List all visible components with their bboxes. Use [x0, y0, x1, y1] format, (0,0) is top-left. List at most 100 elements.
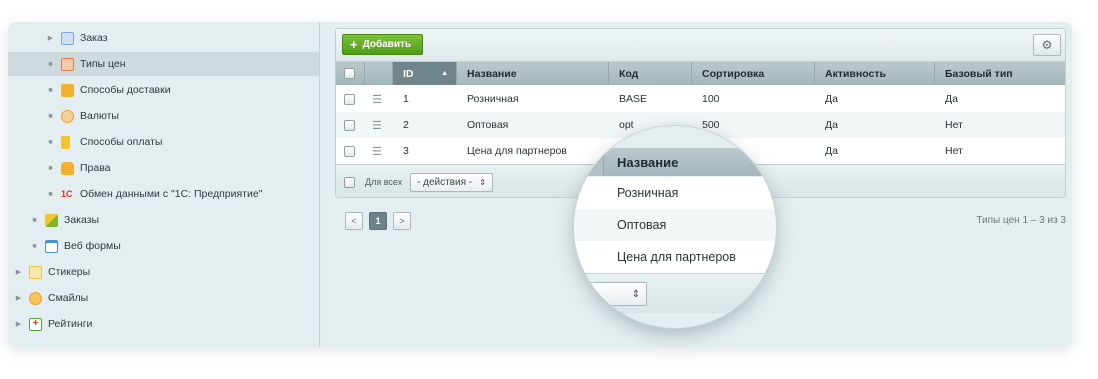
column-header-code[interactable]: Код — [608, 62, 691, 85]
bullet-icon: ■ — [48, 112, 53, 120]
add-button[interactable]: + Добавить — [342, 34, 423, 55]
row-checkbox-cell — [344, 86, 355, 112]
sidebar-item-label: Способы оплаты — [80, 136, 163, 148]
sidebar-item-price-types[interactable]: ■ Типы цен — [8, 52, 319, 76]
apply-to-all-checkbox[interactable] — [344, 177, 355, 188]
order-icon — [61, 31, 74, 45]
cell-base-type: Нет — [945, 145, 963, 157]
sidebar-item-1c-exchange[interactable]: ■ 1С Обмен данными с "1С: Предприятие" — [8, 182, 319, 206]
magnifier-lens: Название Розничная Оптовая Цена для парт… — [574, 126, 776, 328]
zoomed-header-divider — [574, 148, 604, 176]
sidebar-item-payment[interactable]: ■ Способы оплаты — [8, 130, 319, 154]
select-arrows-icon: ⇕ — [631, 288, 640, 300]
cell-name: Цена для партнеров — [467, 145, 567, 157]
delivery-icon — [61, 83, 74, 97]
cell-id: 1 — [403, 93, 409, 105]
cell-sort: 100 — [702, 93, 720, 105]
zoomed-row: Оптовая — [574, 209, 776, 241]
smiley-icon — [29, 291, 42, 305]
bullet-icon: ■ — [32, 216, 37, 224]
column-label: Название — [467, 67, 517, 80]
sidebar-item-label: Заказ — [80, 32, 108, 44]
cell-id: 2 — [403, 119, 409, 131]
expand-arrow-icon[interactable]: ▶ — [14, 320, 23, 328]
sidebar-item-orders[interactable]: ■ Заказы — [8, 208, 319, 232]
sidebar-item-smileys[interactable]: ▶ Смайлы — [8, 286, 319, 310]
price-types-icon — [61, 57, 74, 71]
expand-arrow-icon[interactable]: ▶ — [14, 294, 23, 302]
cell-name: Оптовая — [467, 119, 509, 131]
prev-page-button[interactable]: < — [345, 212, 363, 230]
gear-icon: ⚙ — [1041, 38, 1053, 52]
zoomed-row: Цена для партнеров — [574, 241, 776, 273]
cell-code: opt — [619, 119, 634, 131]
sidebar-item-currencies[interactable]: ■ Валюты — [8, 104, 319, 128]
pagination-info: Типы цен 1 – 3 из 3 — [976, 215, 1066, 226]
row-checkbox[interactable] — [344, 119, 355, 131]
sidebar-item-label: Стикеры — [48, 266, 91, 278]
payment-icon — [61, 135, 70, 149]
orders-icon — [45, 213, 58, 227]
add-button-label: Добавить — [362, 39, 412, 50]
column-header-id[interactable]: ID ▲ — [392, 62, 456, 85]
column-label: Базовый тип — [945, 67, 1013, 80]
row-checkbox-cell — [344, 138, 355, 164]
column-header-active[interactable]: Активность — [814, 62, 934, 85]
lock-icon — [61, 161, 74, 175]
sidebar-item-label: Валюты — [80, 110, 119, 122]
zoomed-actions-select: ия - ⇕ — [574, 282, 647, 306]
row-checkbox[interactable] — [344, 93, 355, 105]
column-label: ID — [403, 67, 414, 80]
expand-arrow-icon[interactable]: ▶ — [14, 268, 23, 276]
zoomed-table-header: Название — [574, 148, 776, 176]
cell-code: BASE — [619, 93, 648, 105]
column-header-sort[interactable]: Сортировка — [691, 62, 814, 85]
table-row[interactable]: ☰ 1 Розничная BASE 100 Да Да — [336, 86, 1065, 112]
page-1-button[interactable]: 1 — [369, 212, 387, 230]
sidebar-item-label: Веб формы — [64, 240, 121, 252]
cell-active: Да — [825, 145, 838, 157]
column-header-name[interactable]: Название — [456, 62, 608, 85]
zoomed-row: Розничная — [574, 177, 776, 209]
column-label: Код — [619, 67, 639, 80]
sidebar-item-label: Способы доставки — [80, 84, 171, 96]
plus-icon: + — [350, 37, 358, 52]
drag-handle-icon[interactable]: ☰ — [372, 138, 382, 164]
zoomed-table-footer: ия - ⇕ — [574, 273, 776, 313]
stickers-icon — [29, 265, 42, 279]
expand-arrow-icon[interactable]: ▶ — [46, 34, 55, 42]
select-all-checkbox[interactable] — [344, 68, 355, 79]
drag-column-header — [364, 62, 392, 85]
sidebar-item-label: Заказы — [64, 214, 100, 226]
app-window: ▶ Заказ ■ Типы цен ■ Способы доставки ■ … — [8, 22, 1072, 347]
sidebar-item-ratings[interactable]: ▶ + Рейтинги — [8, 312, 319, 336]
bullet-icon: ■ — [48, 138, 53, 146]
for-all-label: Для всех — [365, 177, 403, 187]
next-page-button[interactable]: > — [393, 212, 411, 230]
drag-handle-icon[interactable]: ☰ — [372, 112, 382, 138]
zoomed-column-name: Название — [617, 155, 679, 170]
sidebar-item-delivery[interactable]: ■ Способы доставки — [8, 78, 319, 102]
sidebar-item-web-forms[interactable]: ■ Веб формы — [8, 234, 319, 258]
select-all-checkbox-cell — [336, 62, 364, 85]
sidebar-item-stickers[interactable]: ▶ Стикеры — [8, 260, 319, 284]
cell-id: 3 — [403, 145, 409, 157]
sidebar-item-rights[interactable]: ■ Права — [8, 156, 319, 180]
sidebar-item-order[interactable]: ▶ Заказ — [8, 26, 319, 50]
ratings-icon: + — [29, 317, 42, 331]
select-arrows-icon: ⇕ — [479, 178, 486, 187]
bullet-icon: ■ — [48, 86, 53, 94]
sidebar-item-label: Смайлы — [48, 292, 89, 304]
sidebar-item-label: Типы цен — [80, 58, 126, 70]
drag-handle-icon[interactable]: ☰ — [372, 86, 382, 112]
column-header-base-type[interactable]: Базовый тип — [934, 62, 1065, 85]
zoomed-actions-value: ия - — [574, 287, 592, 301]
actions-select[interactable]: - действия - ⇕ — [410, 173, 493, 192]
settings-button[interactable]: ⚙ — [1033, 34, 1061, 56]
web-forms-icon — [45, 239, 58, 253]
row-checkbox[interactable] — [344, 145, 355, 157]
row-checkbox-cell — [344, 112, 355, 138]
cell-name: Розничная — [467, 93, 519, 105]
cell-base-type: Да — [945, 93, 958, 105]
sidebar: ▶ Заказ ■ Типы цен ■ Способы доставки ■ … — [8, 22, 320, 347]
